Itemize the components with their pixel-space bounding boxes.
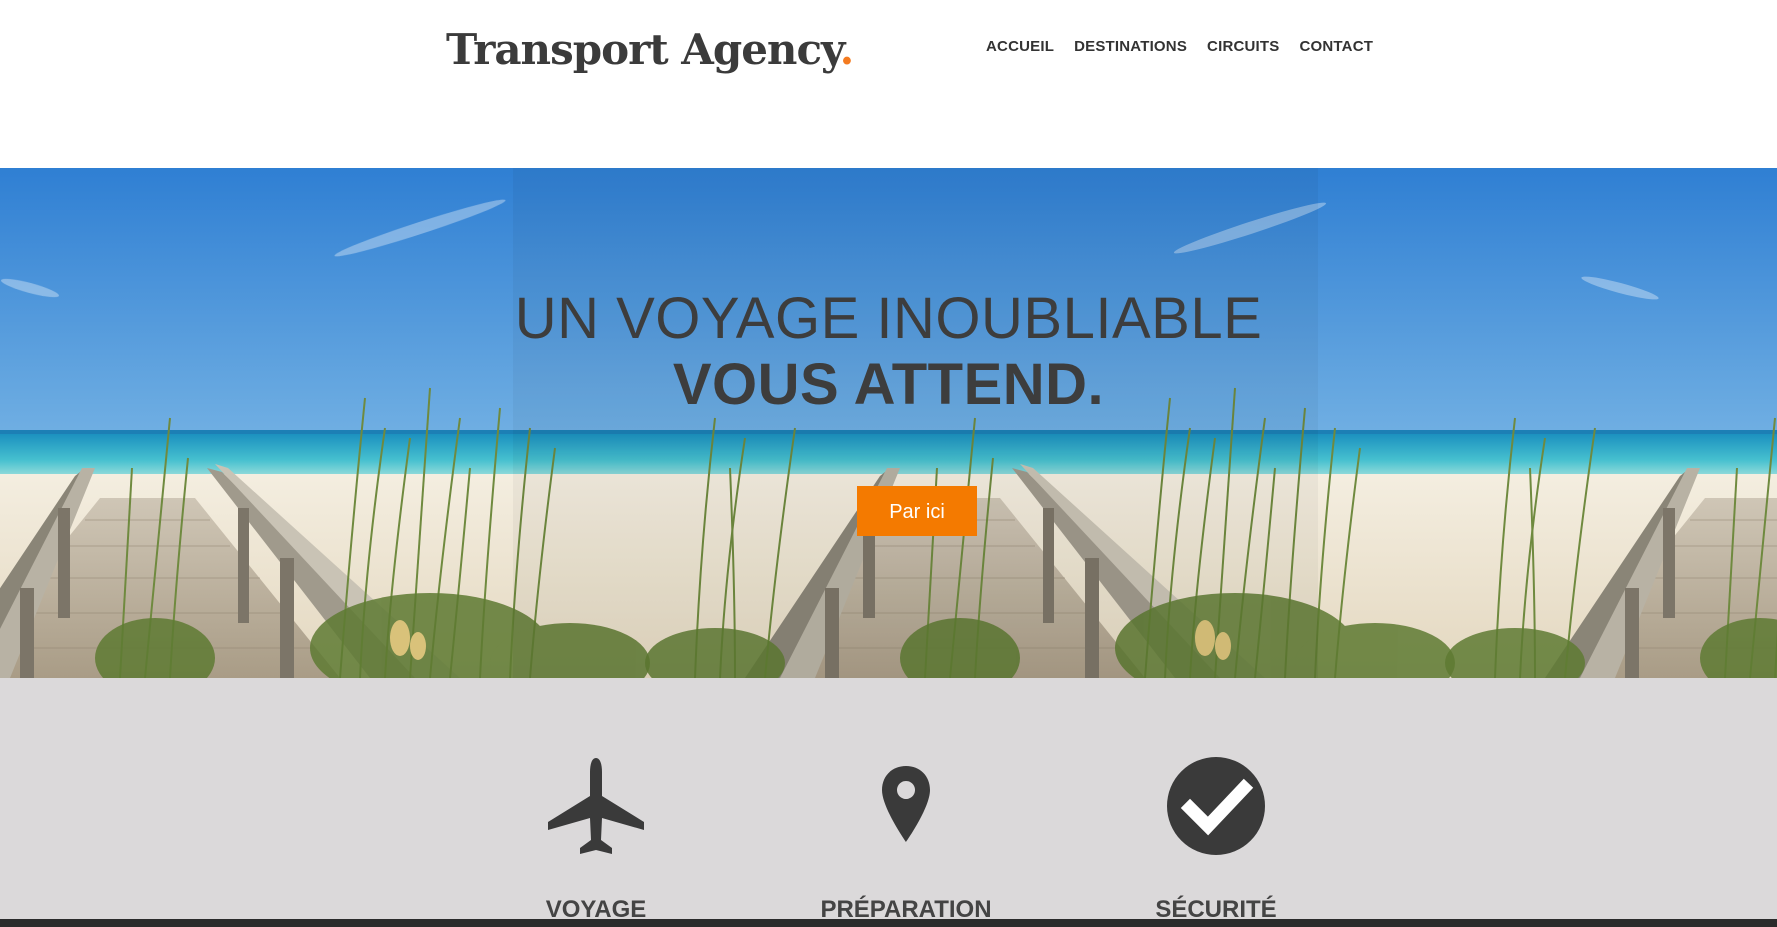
beach-boardwalk-image	[0, 168, 1777, 678]
nav-circuits[interactable]: CIRCUITS	[1207, 37, 1279, 57]
hero-banner: UN VOYAGE INOUBLIABLE VOUS ATTEND. Par i…	[0, 168, 1777, 678]
nav-destinations[interactable]: DESTINATIONS	[1074, 37, 1187, 57]
airplane-icon	[548, 758, 644, 854]
hero-title-line2: VOUS ATTEND.	[672, 352, 1105, 417]
hero-title: UN VOYAGE INOUBLIABLE VOUS ATTEND.	[0, 286, 1777, 418]
bottom-bar	[0, 919, 1777, 927]
logo-dot: .	[839, 25, 855, 74]
main-nav: ACCUEIL DESTINATIONS CIRCUITS CONTACT	[986, 37, 1373, 57]
nav-contact[interactable]: CONTACT	[1299, 37, 1373, 57]
par-ici-button[interactable]: Par ici	[857, 486, 977, 536]
logo[interactable]: Transport Agency.	[446, 22, 855, 78]
hero-title-line1: UN VOYAGE INOUBLIABLE	[514, 286, 1263, 351]
logo-text: Transport Agency	[446, 25, 841, 74]
features-section: VOYAGE PRÉPARATION SÉCURITÉ	[0, 678, 1777, 927]
map-pin-icon	[882, 766, 930, 842]
nav-accueil[interactable]: ACCUEIL	[986, 37, 1054, 57]
check-circle-icon	[1167, 757, 1265, 855]
site-header: Transport Agency. ACCUEIL DESTINATIONS C…	[0, 0, 1777, 168]
